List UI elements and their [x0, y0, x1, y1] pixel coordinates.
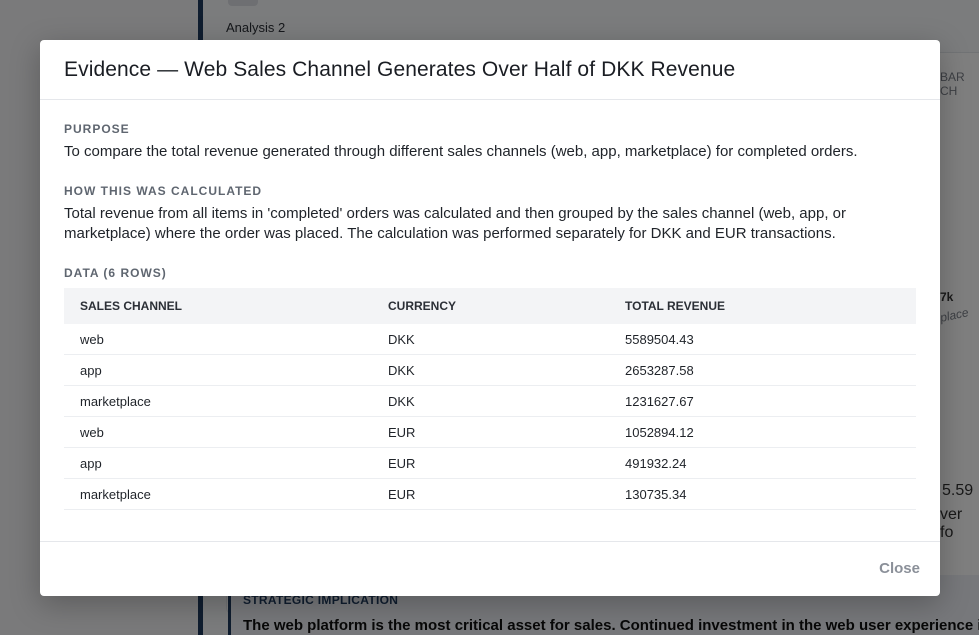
cell-currency: DKK — [372, 385, 609, 417]
column-header-total-revenue: TOTAL REVENUE — [609, 288, 916, 324]
cell-total-revenue: 2653287.58 — [609, 354, 916, 386]
cell-total-revenue: 491932.24 — [609, 447, 916, 479]
cell-total-revenue: 1052894.12 — [609, 416, 916, 448]
modal-title: Evidence — Web Sales Channel Generates O… — [64, 58, 736, 81]
table-row: web DKK 5589504.43 — [64, 324, 916, 355]
table-row: marketplace DKK 1231627.67 — [64, 385, 916, 417]
modal-header: Evidence — Web Sales Channel Generates O… — [40, 40, 940, 100]
cell-sales-channel: web — [64, 416, 372, 448]
data-table: SALES CHANNEL CURRENCY TOTAL REVENUE web… — [64, 288, 916, 510]
close-button[interactable]: Close — [879, 558, 920, 579]
column-header-currency: CURRENCY — [372, 288, 609, 324]
cell-currency: EUR — [372, 416, 609, 448]
cell-sales-channel: app — [64, 447, 372, 479]
modal-footer: Close — [40, 541, 940, 596]
cell-currency: DKK — [372, 354, 609, 386]
purpose-label: PURPOSE — [64, 122, 130, 136]
method-label: HOW THIS WAS CALCULATED — [64, 184, 263, 198]
table-header-row: SALES CHANNEL CURRENCY TOTAL REVENUE — [64, 288, 916, 324]
cell-sales-channel: marketplace — [64, 478, 372, 510]
cell-total-revenue: 130735.34 — [609, 478, 916, 510]
cell-total-revenue: 1231627.67 — [609, 385, 916, 417]
table-row: marketplace EUR 130735.34 — [64, 478, 916, 510]
method-text: Total revenue from all items in 'complet… — [64, 205, 846, 242]
column-header-sales-channel: SALES CHANNEL — [64, 288, 372, 324]
cell-currency: DKK — [372, 324, 609, 355]
cell-total-revenue: 5589504.43 — [609, 324, 916, 355]
evidence-modal: Evidence — Web Sales Channel Generates O… — [40, 40, 940, 596]
table-row: app EUR 491932.24 — [64, 447, 916, 479]
table-row: app DKK 2653287.58 — [64, 354, 916, 386]
cell-sales-channel: web — [64, 324, 372, 355]
cell-currency: EUR — [372, 478, 609, 510]
purpose-text: To compare the total revenue generated t… — [64, 143, 858, 160]
data-label: DATA (6 rows) — [64, 266, 167, 280]
cell-currency: EUR — [372, 447, 609, 479]
cell-sales-channel: marketplace — [64, 385, 372, 417]
modal-body: PURPOSE To compare the total revenue gen… — [40, 100, 940, 510]
cell-sales-channel: app — [64, 354, 372, 386]
table-row: web EUR 1052894.12 — [64, 416, 916, 448]
